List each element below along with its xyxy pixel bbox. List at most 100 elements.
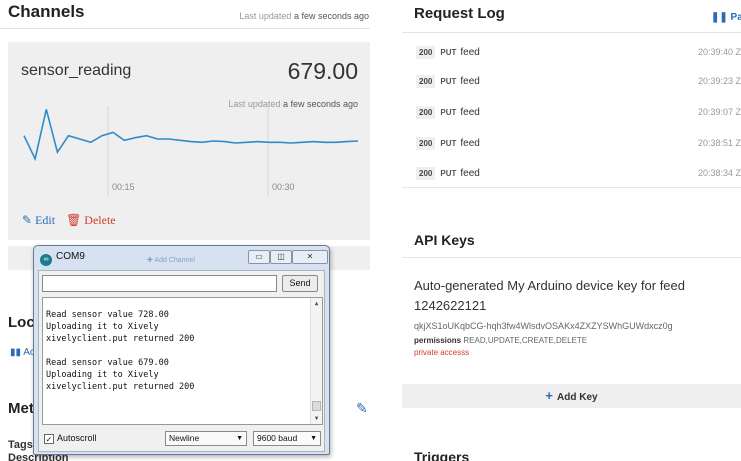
request-time: 20:38:51 Z <box>697 138 741 148</box>
scrollbar-thumb[interactable] <box>312 401 321 411</box>
baud-rate-value: 9600 baud <box>257 433 298 443</box>
serial-output-line: xivelyclient.put returned 200 <box>46 382 195 392</box>
private-access-label: private accesss <box>414 348 470 357</box>
request-row[interactable]: 200 PUT feed 20:38:34 Z <box>416 167 741 189</box>
request-log-title: Request Log <box>414 5 505 22</box>
request-time: 20:39:40 Z <box>697 47 741 57</box>
channel-chart: 00:15 00:30 <box>23 106 359 196</box>
serial-output-line: xivelyclient.put returned 200 <box>46 334 195 344</box>
scroll-down-arrow-icon[interactable]: ▼ <box>311 413 322 424</box>
request-time: 20:39:23 Z <box>697 76 741 86</box>
close-icon: ✕ <box>306 252 314 261</box>
request-method: PUT <box>440 77 457 86</box>
chart-series-line <box>23 109 359 162</box>
minimize-button[interactable]: ▭ <box>248 250 270 264</box>
request-row[interactable]: 200 PUT feed 20:38:51 Z <box>416 137 741 159</box>
serial-input[interactable] <box>42 275 277 292</box>
checkbox-check-icon[interactable]: ✓ <box>44 434 54 444</box>
close-button[interactable]: ✕ <box>292 250 328 264</box>
maximize-button[interactable]: ◫ <box>270 250 292 264</box>
request-row[interactable]: 200 PUT feed 20:39:40 Z <box>416 46 741 68</box>
permissions-label: permissions <box>414 336 462 345</box>
status-badge: 200 <box>416 167 436 180</box>
request-method: PUT <box>440 48 457 57</box>
location-link[interactable]: ▮▮ Ac <box>10 347 35 358</box>
key-permissions: permissions READ,UPDATE,CREATE,DELETE <box>414 336 587 345</box>
channels-last-updated: Last updated a few seconds ago <box>239 11 369 21</box>
tags-label: Tags <box>8 439 33 451</box>
autoscroll-checkbox[interactable]: ✓ Autoscroll <box>44 433 97 444</box>
pause-label: Pau <box>730 12 741 23</box>
permissions-value: READ,UPDATE,CREATE,DELETE <box>463 336 588 345</box>
pencil-icon: ✎ <box>22 213 33 227</box>
window-title: ∞ COM9 <box>40 251 85 266</box>
channel-name: sensor_reading <box>21 62 132 79</box>
edit-link[interactable]: ✎ Edit <box>22 213 58 227</box>
request-log-divider <box>402 32 741 33</box>
key-description: Auto-generated My Arduino device key for… <box>414 278 685 313</box>
send-button[interactable]: Send <box>282 275 318 292</box>
serial-bottom-bar: ✓ Autoscroll Newline ▼ 9600 baud ▼ <box>42 430 323 448</box>
chart-x-tick-label: 00:30 <box>272 182 295 192</box>
status-badge: 200 <box>416 137 436 150</box>
serial-output-line <box>46 345 322 357</box>
map-icon: ▮▮ <box>10 347 22 358</box>
request-method: PUT <box>440 108 457 117</box>
request-time: 20:39:07 Z <box>697 107 741 117</box>
line-ending-select[interactable]: Newline ▼ <box>165 431 247 446</box>
serial-monitor-body: Send Read sensor value 728.00 Uploading … <box>38 270 325 452</box>
baud-rate-select[interactable]: 9600 baud ▼ <box>253 431 321 446</box>
serial-monitor-window[interactable]: ∞ COM9 ✚ Add Channel ▭ ◫ ✕ Send Read sens… <box>33 245 330 455</box>
line-ending-value: Newline <box>169 433 200 443</box>
status-badge: 200 <box>416 46 436 59</box>
delete-label: Delete <box>84 213 116 227</box>
chevron-down-icon: ▼ <box>310 435 317 442</box>
add-key-label: Add Key <box>557 392 598 403</box>
ghost-add-channel-label: ✚ Add Channel <box>147 256 195 264</box>
plus-icon: ✚ <box>147 257 153 264</box>
request-log-list: 200 PUT feed 20:39:40 Z 200 PUT feed 20:39:2… <box>402 34 741 188</box>
api-keys-divider <box>402 257 741 258</box>
trash-icon: 🗑 <box>66 213 82 227</box>
serial-output-line: Uploading it to Xively <box>46 322 159 332</box>
status-badge: 200 <box>416 106 436 119</box>
serial-output-line: Uploading it to Xively <box>46 370 159 380</box>
channel-card: sensor_reading 679.00 Last updated a few… <box>8 42 370 240</box>
request-row[interactable]: 200 PUT feed 20:39:23 Z <box>416 75 741 97</box>
add-key-button[interactable]: + Add Key <box>402 384 741 408</box>
metadata-edit-pencil-icon[interactable]: ✎ <box>356 400 368 417</box>
channels-title: Channels <box>8 2 85 21</box>
status-badge: 200 <box>416 75 436 88</box>
request-row[interactable]: 200 PUT feed 20:39:07 Z <box>416 106 741 128</box>
request-resource: feed <box>460 168 480 179</box>
triggers-title: Triggers <box>414 449 470 461</box>
channel-value: 679.00 <box>287 58 358 84</box>
pause-button[interactable]: ❚❚ Pau <box>711 12 741 23</box>
channels-divider <box>0 28 370 29</box>
serial-output-line: Read sensor value 728.00 <box>46 310 169 320</box>
request-method: PUT <box>440 169 457 178</box>
pause-icon: ❚❚ <box>711 12 728 23</box>
vertical-scrollbar[interactable]: ▲ ▼ <box>310 298 322 424</box>
chart-x-tick-label: 00:15 <box>112 182 135 192</box>
request-method: PUT <box>440 139 457 148</box>
ghost-add-channel-text: Add Channel <box>154 257 195 264</box>
autoscroll-label: Autoscroll <box>57 433 97 443</box>
window-title-text: COM9 <box>56 251 85 262</box>
channel-actions: ✎ Edit 🗑 Delete <box>22 213 116 228</box>
channels-updated-prefix: Last updated <box>239 11 292 21</box>
maximize-icon: ◫ <box>277 252 285 261</box>
delete-link[interactable]: 🗑 Delete <box>66 213 116 227</box>
request-resource: feed <box>460 76 480 87</box>
plus-icon: + <box>545 388 554 403</box>
request-resource: feed <box>460 107 480 118</box>
api-key-value[interactable]: qkjXS1oUKqbCG-hqh3fw4WlsdvOSAKx4ZXZYSWhG… <box>414 321 673 331</box>
metadata-heading: Met <box>8 400 34 417</box>
request-resource: feed <box>460 138 480 149</box>
scroll-up-arrow-icon[interactable]: ▲ <box>311 298 322 309</box>
serial-output[interactable]: Read sensor value 728.00 Uploading it to… <box>42 297 323 425</box>
request-time: 20:38:34 Z <box>697 168 741 178</box>
chevron-down-icon: ▼ <box>236 435 243 442</box>
request-resource: feed <box>460 47 480 58</box>
channels-updated-value: a few seconds ago <box>293 11 369 21</box>
